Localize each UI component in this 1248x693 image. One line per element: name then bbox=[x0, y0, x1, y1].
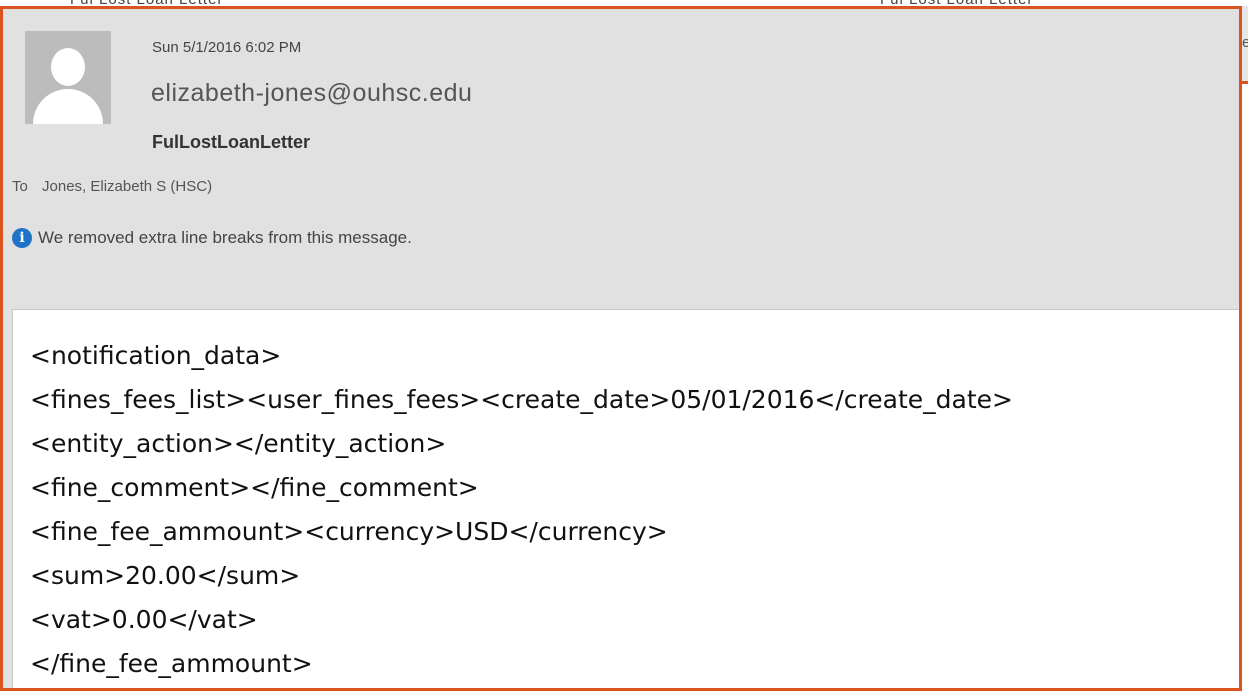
message-body-lines: <notification_data> <fines_fees_list><us… bbox=[30, 334, 1013, 686]
body-line: <vat>0.00</vat> bbox=[30, 605, 258, 634]
avatar bbox=[25, 31, 111, 124]
recipient-row: To Jones, Elizabeth S (HSC) bbox=[12, 178, 212, 195]
recipient-name[interactable]: Jones, Elizabeth S (HSC) bbox=[42, 178, 212, 195]
message-datetime: Sun 5/1/2016 6:02 PM bbox=[152, 39, 302, 56]
info-bar[interactable]: i We removed extra line breaks from this… bbox=[12, 228, 412, 248]
message-body[interactable]: <notification_data> <fines_fees_list><us… bbox=[12, 309, 1239, 688]
screen: Ful Lost Loan Letter Ful Lost Loan Lette… bbox=[0, 0, 1248, 693]
highlighted-message-frame: Sun 5/1/2016 6:02 PM elizabeth-jones@ouh… bbox=[0, 6, 1242, 691]
body-line: <notification_data> bbox=[30, 341, 282, 370]
avatar-head-shape bbox=[51, 48, 85, 86]
avatar-body-shape bbox=[33, 89, 103, 124]
message-header: Sun 5/1/2016 6:02 PM elizabeth-jones@ouh… bbox=[3, 9, 1239, 309]
cutoff-text-fragment: Ful Lost Loan Letter bbox=[70, 0, 223, 8]
adjacent-pane-edge: e bbox=[1242, 6, 1248, 84]
cutoff-text-fragment: Ful Lost Loan Letter bbox=[880, 0, 1033, 8]
info-message: We removed extra line breaks from this m… bbox=[38, 228, 412, 247]
sender-address[interactable]: elizabeth-jones@ouhsc.edu bbox=[151, 79, 472, 108]
info-icon: i bbox=[12, 228, 32, 248]
body-line: <sum>20.00</sum> bbox=[30, 561, 301, 590]
to-label: To bbox=[12, 178, 28, 195]
body-line: <entity_action></entity_action> bbox=[30, 429, 447, 458]
body-line: </fine_fee_ammount> bbox=[30, 649, 313, 678]
body-line: <fine_fee_ammount><currency>USD</currenc… bbox=[30, 517, 668, 546]
body-line: <fine_comment></fine_comment> bbox=[30, 473, 479, 502]
message-subject: FulLostLoanLetter bbox=[152, 132, 310, 152]
body-line: <fines_fees_list><user_fines_fees><creat… bbox=[30, 385, 1013, 414]
